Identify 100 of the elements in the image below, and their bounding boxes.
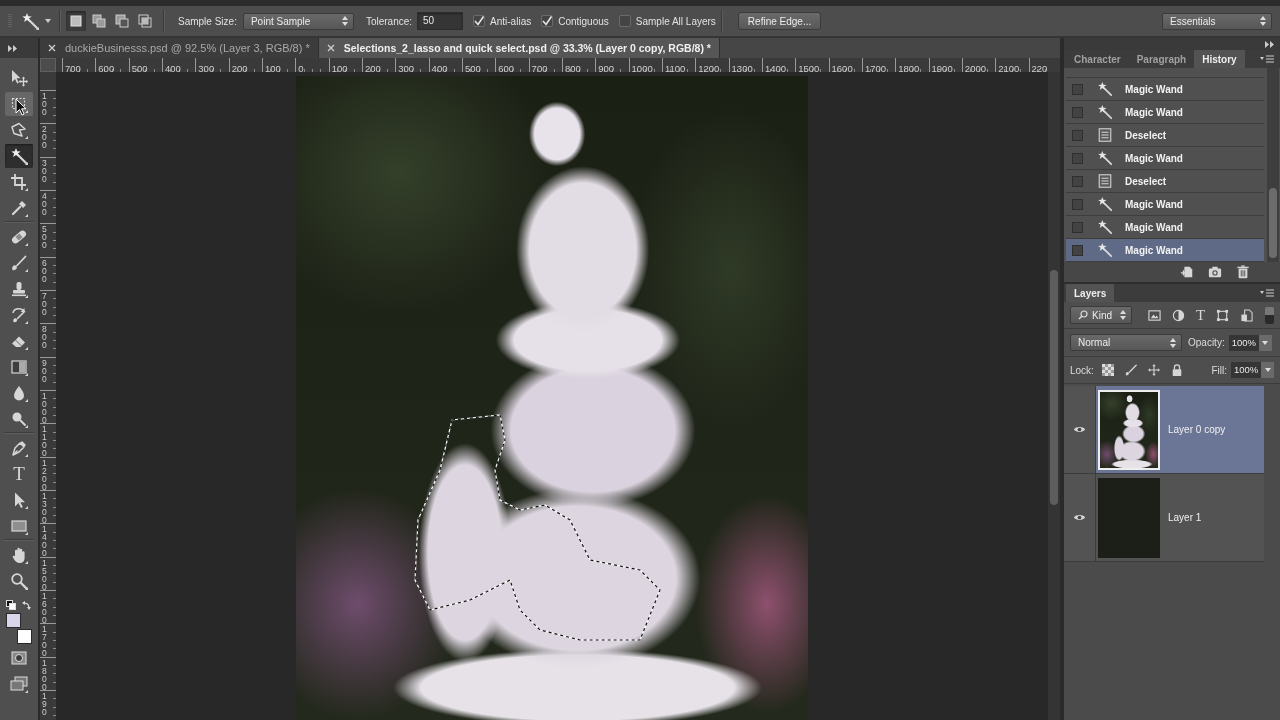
tool-button[interactable]	[5, 144, 33, 168]
fill-field[interactable]: 100%	[1231, 362, 1261, 378]
ruler-label: 1900	[930, 63, 953, 72]
checkbox[interactable]	[541, 15, 554, 27]
ruler-label: 200	[42, 125, 48, 150]
refine-edge-button[interactable]: Refine Edge...	[737, 12, 822, 30]
ruler-label: 1800	[897, 63, 920, 72]
overlapping-windows-icon	[10, 675, 28, 693]
ruler-label: 800	[563, 63, 581, 72]
checkbox[interactable]	[473, 15, 486, 27]
layer-row[interactable]: Layer 1	[1064, 474, 1264, 562]
history-source-checkbox[interactable]	[1072, 152, 1083, 164]
panel-menu-icon[interactable]	[1260, 288, 1274, 298]
caret-icon	[45, 19, 51, 23]
scrollbar[interactable]	[1048, 72, 1060, 720]
double-chevron-icon[interactable]	[8, 44, 17, 52]
lock-icon[interactable]	[1170, 364, 1183, 376]
close-icon[interactable]	[48, 44, 56, 52]
ruler-label: 190	[42, 691, 48, 716]
union-squares-icon	[91, 13, 107, 29]
history-state-label: Magic Wand	[1125, 106, 1183, 118]
close-icon[interactable]	[326, 44, 335, 52]
trash-icon[interactable]	[1236, 265, 1250, 279]
ruler-label: 100	[330, 63, 348, 72]
filter-toggle-switch[interactable]	[1265, 306, 1274, 324]
history-source-checkbox[interactable]	[1072, 83, 1083, 95]
filter-kind-dropdown[interactable]: Kind	[1070, 306, 1132, 324]
workspace-dropdown[interactable]: Essentials	[1162, 12, 1272, 30]
ruler-label: 600	[497, 63, 515, 72]
type-filter-button[interactable]: T	[1196, 307, 1206, 323]
camera-icon[interactable]	[1208, 265, 1222, 279]
panel-menu-icon[interactable]	[1260, 54, 1274, 64]
history-source-checkbox[interactable]	[1072, 198, 1083, 210]
document-tab[interactable]: duckieBusinesss.psd @ 92.5% (Layer 3, RGB/8) *	[40, 38, 319, 58]
document-icon	[1097, 173, 1113, 189]
brush-icon[interactable]	[1124, 364, 1137, 376]
ruler-label: 1200	[697, 63, 720, 72]
blend-mode-dropdown[interactable]: Normal	[1070, 334, 1182, 351]
history-source-checkbox[interactable]	[1072, 244, 1083, 256]
tool-button[interactable]	[5, 92, 33, 116]
ruler-label: 300	[197, 63, 215, 72]
ruler-label: 1400	[42, 525, 48, 558]
document-tab[interactable]: Selections_2_lasso and quick select.psd @ 33.3% (Layer 0 copy, RGB/8) *	[318, 38, 720, 58]
history-source-checkbox[interactable]	[1072, 129, 1083, 141]
tolerance-field[interactable]: 50	[417, 12, 464, 30]
foreground-color-swatch[interactable]	[6, 613, 21, 628]
stacked-pages-icon[interactable]	[1240, 308, 1254, 322]
new-document-icon[interactable]	[1180, 265, 1194, 279]
scrollbar-thumb[interactable]	[1050, 270, 1058, 505]
history-state-label: Deselect	[1125, 175, 1167, 187]
ruler-label: 0	[297, 63, 304, 72]
scrollbar[interactable]	[1267, 68, 1279, 262]
ruler-label: 300	[42, 158, 48, 183]
ruler-label: 1600	[830, 63, 853, 72]
selection-mode-button[interactable]	[112, 11, 132, 31]
magic-wand-icon	[1097, 242, 1113, 258]
ruler-label: 220	[1030, 63, 1048, 72]
history-source-checkbox[interactable]	[1072, 221, 1083, 233]
checkbox[interactable]	[618, 15, 631, 27]
selection-mode-button[interactable]	[66, 11, 86, 31]
panel-tab[interactable]: Character	[1066, 50, 1129, 68]
image-icon[interactable]	[1148, 308, 1161, 322]
polygonal-lasso-icon	[10, 121, 28, 139]
ruler-label: 600	[42, 258, 48, 283]
ruler-label: 1200	[42, 458, 48, 491]
half-circle-icon[interactable]	[1172, 308, 1185, 322]
transform-box-icon[interactable]	[1216, 308, 1230, 322]
zoom-icon	[10, 572, 28, 590]
history-state-row[interactable]: Magic Wand	[1066, 239, 1264, 262]
history-state-label: Magic Wand	[1125, 198, 1183, 210]
field-label: Opacity:	[1188, 337, 1225, 348]
fill-slider-button[interactable]	[1261, 362, 1274, 378]
layer-row[interactable]: Layer 0 copy	[1064, 386, 1264, 474]
background-color-swatch[interactable]	[17, 629, 32, 644]
history-state-label: Deselect	[1125, 129, 1167, 141]
panel-tab[interactable]: History	[1194, 50, 1245, 68]
overlapping-squares-icon[interactable]	[6, 600, 16, 610]
mouse-cursor-icon	[15, 98, 27, 116]
tool-button[interactable]: T	[5, 462, 33, 486]
intersect-squares-icon	[137, 13, 153, 29]
ruler-label: 1100	[42, 425, 48, 458]
opacity-field[interactable]: 100%	[1228, 334, 1259, 351]
swap-arrows-icon[interactable]	[22, 600, 32, 610]
panel-tab[interactable]: Paragraph	[1128, 50, 1195, 68]
history-source-checkbox[interactable]	[1072, 175, 1083, 187]
double-chevron-icon[interactable]	[1265, 40, 1274, 48]
sample-size-dropdown[interactable]: Point Sample	[242, 12, 354, 30]
eyedropper-icon	[10, 199, 28, 217]
selection-mode-button[interactable]	[135, 11, 155, 31]
ruler-label: 1000	[42, 391, 48, 424]
scrollbar-thumb[interactable]	[1269, 188, 1277, 258]
document-icon	[1097, 127, 1113, 143]
magic-wand-icon	[1097, 196, 1113, 212]
selection-mode-button[interactable]	[89, 11, 109, 31]
ruler-label: 300	[397, 63, 415, 72]
move-arrows-icon[interactable]	[1147, 364, 1160, 376]
ruler-label: 1100	[663, 63, 686, 72]
history-source-checkbox[interactable]	[1072, 106, 1083, 118]
checkerboard-icon[interactable]	[1101, 364, 1114, 376]
panel-tab[interactable]: Layers	[1066, 284, 1115, 302]
